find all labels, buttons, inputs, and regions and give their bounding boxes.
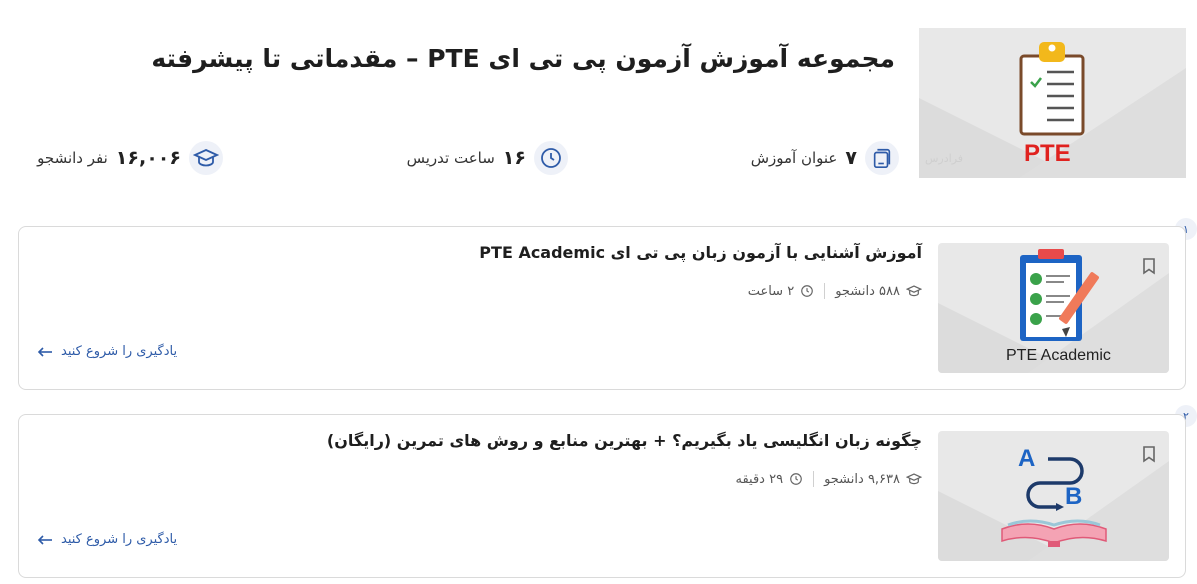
item-title[interactable]: چگونه زبان انگلیسی یاد بگیریم؟ + بهترین … [327, 431, 922, 450]
course-thumbnail[interactable]: PTE فرادرس [919, 28, 1186, 178]
start-learning-label: یادگیری را شروع کنید [61, 532, 178, 547]
stat-students-label: نفر دانشجو [37, 149, 108, 167]
start-learning-label: یادگیری را شروع کنید [61, 344, 178, 359]
page-title: مجموعه آموزش آزمون پی تی ای PTE – مقدمات… [151, 44, 895, 73]
meta-divider [824, 283, 826, 299]
graduation-cap-icon [189, 141, 223, 175]
stat-hours-value: ۱۶ [502, 147, 526, 169]
arrow-left-icon [37, 534, 52, 545]
start-learning-link[interactable]: یادگیری را شروع کنید [37, 344, 177, 359]
start-learning-link[interactable]: یادگیری را شروع کنید [37, 532, 177, 547]
bookmark-icon[interactable] [1141, 445, 1157, 463]
meta-divider [813, 471, 815, 487]
item-duration: ۲ ساعت [747, 283, 795, 299]
item-students: ۹,۶۳۸ دانشجو [824, 471, 900, 487]
book-a-to-b-icon [1001, 457, 1107, 547]
graduation-cap-icon [906, 473, 922, 485]
stat-students: ۱۶,۰۰۶ نفر دانشجو [37, 138, 223, 178]
stat-hours: ۱۶ ساعت تدریس [407, 138, 568, 178]
arrow-left-icon [37, 346, 52, 357]
graduation-cap-icon [906, 285, 922, 297]
checklist-pencil-icon [1020, 249, 1099, 341]
stat-lessons: ۷ عنوان آموزش [751, 138, 899, 178]
item-meta: ۵۸۸ دانشجو ۲ ساعت [748, 283, 922, 299]
stat-lessons-value: ۷ [845, 147, 857, 169]
books-icon [865, 141, 899, 175]
bookmark-icon[interactable] [1141, 257, 1157, 275]
item-meta: ۹,۶۳۸ دانشجو ۲۹ دقیقه [735, 471, 922, 487]
item-students: ۵۸۸ دانشجو [835, 283, 900, 299]
clipboard-icon [1019, 42, 1085, 136]
stat-lessons-label: عنوان آموزش [750, 149, 838, 167]
clock-icon [534, 141, 568, 175]
item-duration: ۲۹ دقیقه [735, 471, 784, 487]
item-thumbnail[interactable]: PTE Academic [938, 243, 1169, 373]
thumbnail-label: PTE Academic [1006, 347, 1111, 364]
thumbnail-letter-a: A [1018, 445, 1036, 472]
thumbnail-letter-b: B [1065, 483, 1083, 510]
thumbnail-label: PTE [1024, 140, 1071, 167]
thumbnail-watermark: فرادرس [925, 152, 964, 165]
item-title[interactable]: آموزش آشنایی با آزمون زبان پی تی ای PTE … [479, 243, 922, 262]
clock-icon [801, 285, 814, 297]
course-item-card[interactable]: PTE Academic آموزش آشنایی با آزمون زبان … [18, 226, 1186, 390]
item-thumbnail[interactable]: A B [938, 431, 1169, 561]
clock-icon [790, 473, 802, 485]
course-item-card[interactable]: A B چگونه زبان انگلیسی یاد بگیریم؟ + بهت… [18, 414, 1186, 578]
stat-hours-label: ساعت تدریس [406, 149, 495, 167]
stat-students-value: ۱۶,۰۰۶ [115, 147, 181, 169]
